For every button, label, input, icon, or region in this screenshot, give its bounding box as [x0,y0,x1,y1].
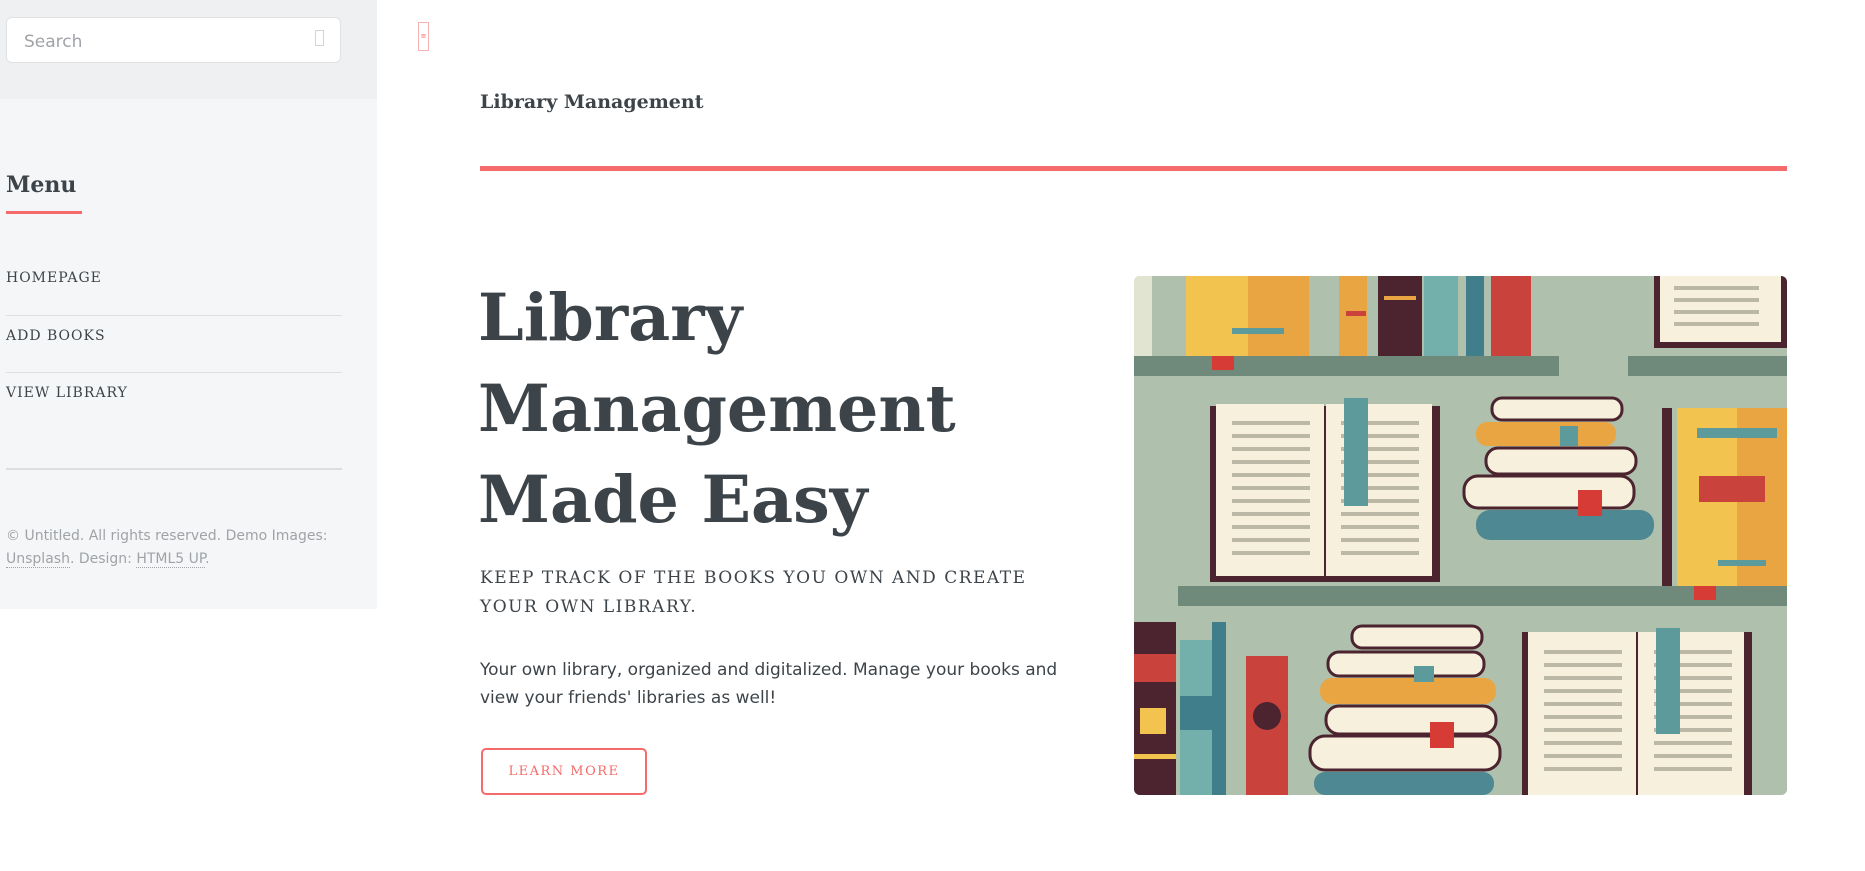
menu-item-homepage[interactable]: HOMEPAGE [6,258,342,315]
hero-heading-line-1: Library [478,280,743,356]
header-rule [480,166,1787,171]
menu-item-add-books[interactable]: ADD BOOKS [6,315,342,372]
hero-heading: Library Management Made Easy [478,273,1038,546]
unsplash-link[interactable]: Unsplash [6,551,70,568]
html5up-link[interactable]: HTML5 UP [136,551,206,568]
search-placeholder: Search [24,32,83,52]
page-title[interactable]: Library Management [480,91,703,113]
bookshelf-illustration [1134,276,1787,795]
footer-prefix: © Untitled. All rights reserved. Demo Im… [6,528,328,544]
footer-middle: . Design: [69,551,137,567]
sidebar-footer: © Untitled. All rights reserved. Demo Im… [6,525,336,571]
sidebar-divider [6,468,342,470]
learn-more-button[interactable]: LEARN MORE [481,748,647,795]
search-icon[interactable] [315,30,324,46]
hero-heading-line-3: Made Easy [478,462,868,538]
footer-suffix: . [205,551,210,567]
search-input[interactable]: Search [6,17,341,63]
hero-subhead: KEEP TRACK OF THE BOOKS YOU OWN AND CREA… [480,568,1027,617]
menu-item-view-library[interactable]: VIEW LIBRARY [6,372,342,429]
menu-underline [6,211,82,214]
hero-heading-line-2: Management [478,371,956,447]
sidebar-toggle-icon[interactable]: ≡ [418,22,429,51]
menu-title: Menu [6,172,77,198]
sidebar: Search Menu HOMEPAGE ADD BOOKS VIEW LIBR… [0,0,377,609]
hero-body: Your own library, organized and digitali… [480,660,1058,708]
menu-list: HOMEPAGE ADD BOOKS VIEW LIBRARY [6,258,342,429]
search-section: Search [0,0,377,99]
